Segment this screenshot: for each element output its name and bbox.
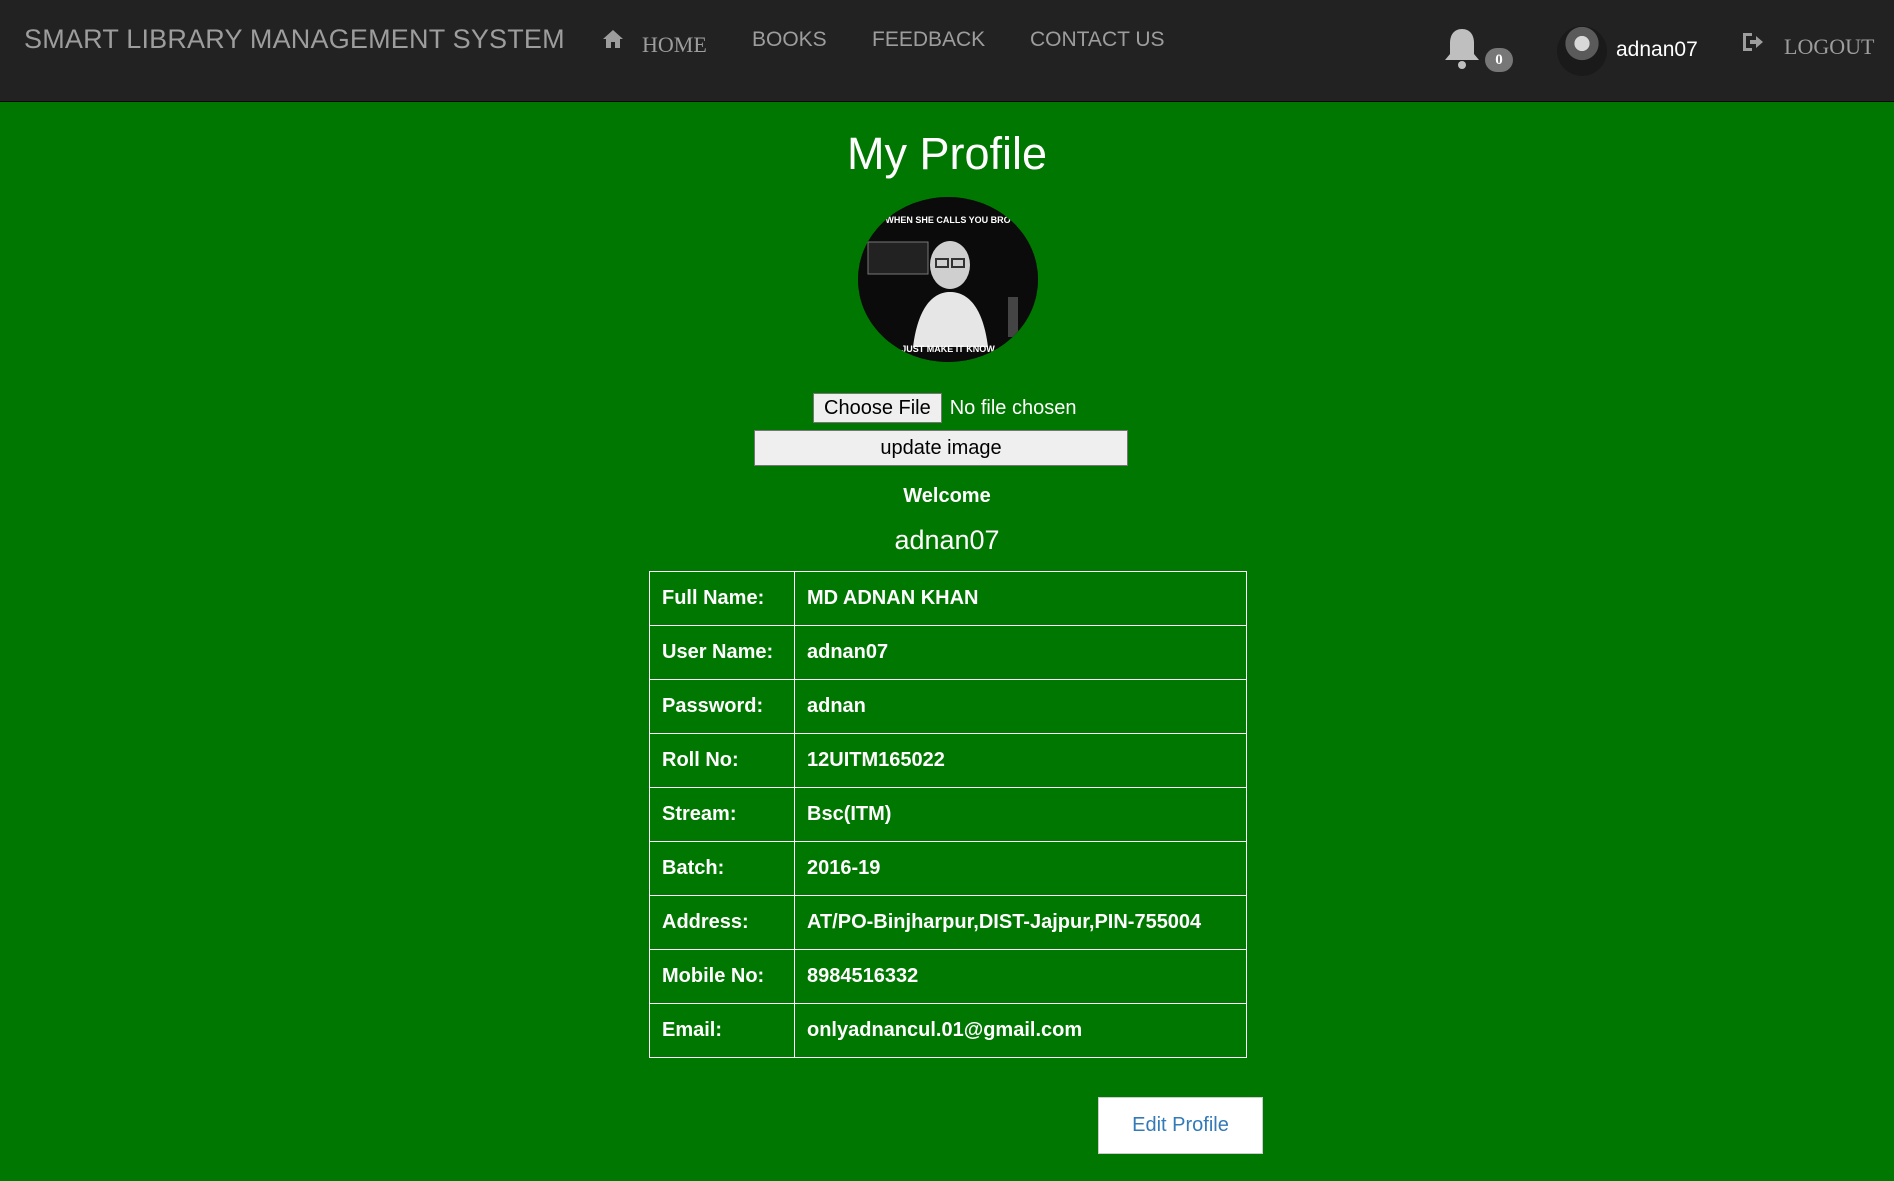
table-row: User Name: adnan07	[649, 625, 1247, 680]
detail-label: Password:	[649, 679, 795, 734]
nav-contact-us[interactable]: CONTACT US	[1030, 28, 1165, 52]
detail-value: adnan	[794, 679, 1247, 734]
table-row: Mobile No: 8984516332	[649, 949, 1247, 1004]
detail-value: 2016-19	[794, 841, 1247, 896]
detail-label: Address:	[649, 895, 795, 950]
detail-value: onlyadnancul.01@gmail.com	[794, 1003, 1247, 1058]
home-icon	[602, 29, 624, 55]
avatar[interactable]	[1557, 26, 1607, 76]
file-status-text: No file chosen	[949, 396, 1077, 419]
welcome-heading: Welcome	[903, 485, 991, 507]
update-image-button[interactable]: update image	[754, 430, 1128, 466]
detail-value: adnan07	[794, 625, 1247, 680]
table-row: Full Name: MD ADNAN KHAN	[649, 571, 1247, 626]
logout-icon	[1740, 31, 1764, 58]
detail-value: MD ADNAN KHAN	[794, 571, 1247, 626]
logout-link[interactable]: LOGOUT	[1740, 28, 1874, 60]
table-row: Password: adnan	[649, 679, 1247, 734]
detail-label: Stream:	[649, 787, 795, 842]
detail-label: Full Name:	[649, 571, 795, 626]
brand-title[interactable]: SMART LIBRARY MANAGEMENT SYSTEM	[24, 24, 565, 55]
choose-file-button[interactable]: Choose File	[813, 393, 942, 423]
detail-label: User Name:	[649, 625, 795, 680]
image-top-caption: WHEN SHE CALLS YOU BRO	[885, 215, 1010, 225]
detail-value: AT/PO-Binjharpur,DIST-Jajpur,PIN-755004	[794, 895, 1247, 950]
logout-label: LOGOUT	[1784, 34, 1875, 59]
nav-home-label: HOME	[642, 32, 707, 57]
nav-home[interactable]: HOME	[602, 26, 707, 58]
table-row: Address: AT/PO-Binjharpur,DIST-Jajpur,PI…	[649, 895, 1247, 950]
image-bottom-caption: JUST MAKE IT KNOW	[901, 344, 995, 354]
nav-books[interactable]: BOOKS	[752, 28, 827, 52]
navbar-username[interactable]: adnan07	[1616, 38, 1698, 62]
profile-username: adnan07	[894, 525, 1000, 555]
detail-value: 12UITM165022	[794, 733, 1247, 788]
notification-count-badge: 0	[1485, 48, 1513, 72]
table-row: Stream: Bsc(ITM)	[649, 787, 1247, 842]
detail-value: 8984516332	[794, 949, 1247, 1004]
edit-profile-button[interactable]: Edit Profile	[1098, 1097, 1263, 1154]
page-title: My Profile	[846, 128, 1048, 179]
bell-icon[interactable]	[1440, 26, 1484, 72]
detail-label: Email:	[649, 1003, 795, 1058]
file-input-row: Choose File No file chosen	[813, 393, 1076, 423]
detail-label: Roll No:	[649, 733, 795, 788]
detail-label: Batch:	[649, 841, 795, 896]
nav-feedback[interactable]: FEEDBACK	[872, 28, 985, 52]
detail-label: Mobile No:	[649, 949, 795, 1004]
top-navbar: SMART LIBRARY MANAGEMENT SYSTEM HOME BOO…	[0, 0, 1894, 102]
detail-value: Bsc(ITM)	[794, 787, 1247, 842]
table-row: Batch: 2016-19	[649, 841, 1247, 896]
profile-details-table: Full Name: MD ADNAN KHAN User Name: adna…	[649, 571, 1247, 1058]
table-row: Roll No: 12UITM165022	[649, 733, 1247, 788]
table-row: Email: onlyadnancul.01@gmail.com	[649, 1003, 1247, 1058]
profile-image: WHEN SHE CALLS YOU BRO JUST MAKE IT KNOW	[858, 197, 1038, 362]
